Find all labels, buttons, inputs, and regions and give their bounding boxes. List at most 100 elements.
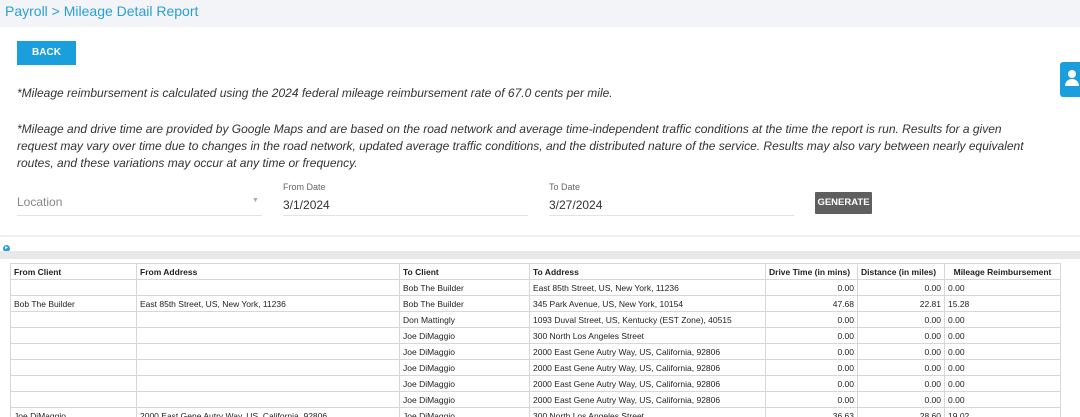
table-row: Joe DiMaggio 300 North Los Angeles Street… xyxy=(10,327,1061,344)
chevron-down-icon[interactable]: ▼ xyxy=(252,197,259,204)
table-cell: 0.00 xyxy=(765,375,858,392)
table-cell xyxy=(136,359,400,376)
table-cell: 0.00 xyxy=(857,343,945,360)
table-cell xyxy=(10,391,137,408)
divider xyxy=(0,235,1080,237)
table-cell: 0.00 xyxy=(765,327,858,344)
table-cell xyxy=(10,375,137,392)
table-cell: 2000 East Gene Autry Way, US, California… xyxy=(529,359,766,376)
table-cell: 0.00 xyxy=(944,359,1061,376)
table-cell: 0.00 xyxy=(857,391,945,408)
from-date-label: From Date xyxy=(283,182,326,192)
table-cell: 0.00 xyxy=(857,311,945,328)
generate-button[interactable]: GENERATE xyxy=(815,192,872,214)
rate-note: *Mileage reimbursement is calculated usi… xyxy=(17,86,613,100)
table-cell: 0.00 xyxy=(944,311,1061,328)
table-cell: Joe DiMaggio xyxy=(399,359,530,376)
table-cell xyxy=(10,327,137,344)
table-cell: Bob The Builder xyxy=(399,279,530,296)
maps-note: *Mileage and drive time are provided by … xyxy=(17,122,1024,170)
table-row: Joe DiMaggio 2000 East Gene Autry Way, US… xyxy=(10,407,1061,417)
table-cell: 2000 East Gene Autry Way, US, California… xyxy=(136,407,400,417)
column-header: Mileage Reimbursement xyxy=(944,263,1061,280)
table-cell: Joe DiMaggio xyxy=(10,407,137,417)
table-cell: 345 Park Avenue, US, New York, 10154 xyxy=(529,295,766,312)
table-cell: Bob The Builder xyxy=(399,295,530,312)
table-cell: 300 North Los Angeles Street xyxy=(529,407,766,417)
table-cell xyxy=(10,359,137,376)
to-date-underline xyxy=(549,215,794,216)
table-cell: Joe DiMaggio xyxy=(399,375,530,392)
table-cell: Joe DiMaggio xyxy=(399,391,530,408)
table-row: Joe DiMaggio 2000 East Gene Autry Way, US… xyxy=(10,343,1061,360)
table-row: Joe DiMaggio 2000 East Gene Autry Way, US… xyxy=(10,391,1061,408)
table-cell: 2000 East Gene Autry Way, US, California… xyxy=(529,391,766,408)
table-cell: 1093 Duval Street, US, Kentucky (EST Zon… xyxy=(529,311,766,328)
table-cell: East 85th Street, US, New York, 11236 xyxy=(529,279,766,296)
table-cell: 19.02 xyxy=(944,407,1061,417)
table-cell: East 85th Street, US, New York, 11236 xyxy=(136,295,400,312)
table-cell: 0.00 xyxy=(857,279,945,296)
report-toolbar xyxy=(0,251,1080,259)
user-icon-body xyxy=(1065,79,1079,86)
table-row: Don Mattingly 1093 Duval Street, US, Kent… xyxy=(10,311,1061,328)
table-cell: Bob The Builder xyxy=(10,295,137,312)
table-cell: 0.00 xyxy=(857,375,945,392)
table-row: Bob The Builder East 85th Street, US, New… xyxy=(10,279,1061,296)
location-select[interactable]: Location xyxy=(17,195,62,209)
table-cell xyxy=(136,343,400,360)
table-cell: Joe DiMaggio xyxy=(399,343,530,360)
table-cell: 0.00 xyxy=(944,343,1061,360)
table-cell xyxy=(136,327,400,344)
table-cell: 0.00 xyxy=(944,327,1061,344)
table-cell: 0.00 xyxy=(765,359,858,376)
table-cell: 0.00 xyxy=(765,279,858,296)
table-row: Bob The Builder East 85th Street, US, New… xyxy=(10,295,1061,312)
column-header: From Address xyxy=(136,263,400,280)
column-header: To Client xyxy=(399,263,530,280)
table-cell xyxy=(136,279,400,296)
table-cell: 0.00 xyxy=(857,327,945,344)
column-header: Drive Time (in mins) xyxy=(765,263,858,280)
table-cell: Don Mattingly xyxy=(399,311,530,328)
column-header: From Client xyxy=(10,263,137,280)
table-row: Joe DiMaggio 2000 East Gene Autry Way, US… xyxy=(10,359,1061,376)
column-header: Distance (in miles) xyxy=(857,263,945,280)
from-date-underline xyxy=(283,215,528,216)
table-cell: 0.00 xyxy=(765,391,858,408)
table-cell: 47.68 xyxy=(765,295,858,312)
user-icon[interactable] xyxy=(1060,62,1080,97)
table-cell: 0.00 xyxy=(765,311,858,328)
table-cell: Joe DiMaggio xyxy=(399,407,530,417)
table-cell: 0.00 xyxy=(857,359,945,376)
table-cell xyxy=(136,311,400,328)
table-cell: 2000 East Gene Autry Way, US, California… xyxy=(529,375,766,392)
table-cell xyxy=(10,279,137,296)
table-cell xyxy=(10,311,137,328)
table-cell: 2000 East Gene Autry Way, US, California… xyxy=(529,343,766,360)
table-cell: 36.63 xyxy=(765,407,858,417)
table-cell: 28.60 xyxy=(857,407,945,417)
table-row: Joe DiMaggio 2000 East Gene Autry Way, US… xyxy=(10,375,1061,392)
mileage-table: From Client From Address To Client To Ad… xyxy=(10,263,1061,417)
report-panel: BACK *Mileage reimbursement is calculate… xyxy=(0,27,1080,417)
table-cell: 0.00 xyxy=(944,391,1061,408)
table-cell xyxy=(136,391,400,408)
back-button[interactable]: BACK xyxy=(17,41,76,65)
table-cell xyxy=(10,343,137,360)
user-icon-head xyxy=(1068,70,1076,78)
table-cell: 15.28 xyxy=(944,295,1061,312)
table-cell xyxy=(136,375,400,392)
table-cell: 22.81 xyxy=(857,295,945,312)
table-header-row: From Client From Address To Client To Ad… xyxy=(10,263,1061,280)
to-date-label: To Date xyxy=(549,182,581,192)
from-date-input[interactable]: 3/1/2024 xyxy=(283,198,330,212)
breadcrumb[interactable]: Payroll > Mileage Detail Report xyxy=(5,3,198,19)
table-cell: 0.00 xyxy=(944,279,1061,296)
table-cell: 300 North Los Angeles Street xyxy=(529,327,766,344)
table-cell: 0.00 xyxy=(944,375,1061,392)
column-header: To Address xyxy=(529,263,766,280)
table-cell: 0.00 xyxy=(765,343,858,360)
to-date-input[interactable]: 3/27/2024 xyxy=(549,198,602,212)
location-underline xyxy=(17,215,262,216)
